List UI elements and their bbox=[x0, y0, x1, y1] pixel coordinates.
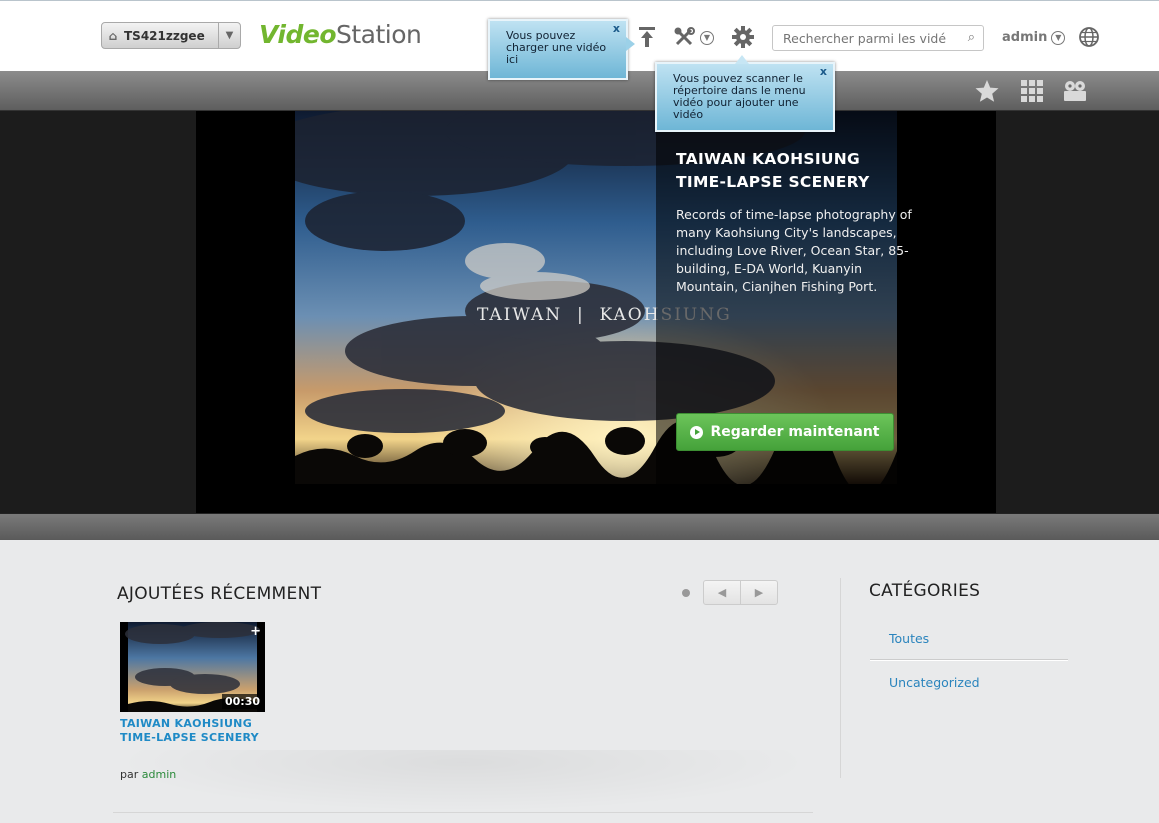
close-icon[interactable]: x bbox=[820, 66, 827, 78]
tools-dropdown-icon[interactable]: ▼ bbox=[700, 31, 714, 45]
video-duration: 00:30 bbox=[221, 694, 263, 709]
app-logo: VideoStation bbox=[259, 20, 422, 49]
home-icon: ⌂ bbox=[108, 28, 118, 43]
scan-tooltip: x Vous pouvez scanner le répertoire dans… bbox=[655, 55, 835, 132]
user-menu[interactable]: admin ▼ bbox=[1002, 30, 1066, 45]
upload-tooltip: x Vous pouvez charger une vidéo ici bbox=[488, 19, 635, 80]
nas-selector-button[interactable]: ⌂ TS421zzgee ▼ bbox=[101, 22, 241, 49]
categories-title: CATÉGORIES bbox=[869, 581, 981, 601]
banner-bottom-bar bbox=[0, 513, 1159, 540]
carousel-pager: ◀ ▶ bbox=[703, 580, 778, 605]
featured-description: Records of time-lapse photography of man… bbox=[676, 207, 912, 294]
video-owner: par admin bbox=[120, 768, 177, 781]
add-icon[interactable]: + bbox=[250, 624, 261, 639]
featured-title: TAIWAN KAOHSIUNG TIME-LAPSE SCENERY bbox=[676, 150, 870, 191]
upload-tooltip-text: Vous pouvez charger une vidéo ici bbox=[506, 29, 607, 66]
video-thumbnail[interactable]: + 00:30 bbox=[120, 622, 265, 712]
search-box[interactable]: ⌕ bbox=[772, 25, 984, 51]
chevron-down-icon: ▼ bbox=[1051, 30, 1066, 45]
column-divider bbox=[840, 578, 841, 778]
user-name: admin bbox=[1002, 30, 1048, 45]
play-icon bbox=[690, 425, 704, 439]
watch-now-label: Regarder maintenant bbox=[710, 424, 880, 440]
film-reel-icon[interactable] bbox=[1062, 79, 1088, 103]
video-title-link[interactable]: TAIWAN KAOHSIUNG TIME-LAPSE SCENERY bbox=[120, 717, 290, 745]
search-icon[interactable]: ⌕ bbox=[968, 30, 975, 45]
scan-tooltip-text: Vous pouvez scanner le répertoire dans l… bbox=[673, 72, 806, 121]
grid-view-icon[interactable] bbox=[1019, 79, 1045, 103]
gear-icon[interactable] bbox=[732, 26, 754, 48]
nas-name: TS421zzgee bbox=[124, 28, 205, 43]
chevron-down-icon[interactable]: ▼ bbox=[218, 23, 240, 48]
upload-icon[interactable] bbox=[637, 26, 657, 48]
star-icon[interactable] bbox=[974, 79, 1000, 103]
owner-link[interactable]: admin bbox=[142, 768, 176, 781]
prev-arrow-icon[interactable]: ◀ bbox=[704, 581, 741, 604]
category-item-uncategorized[interactable]: Uncategorized bbox=[889, 675, 980, 690]
category-separator bbox=[870, 659, 1068, 660]
watch-now-button[interactable]: Regarder maintenant bbox=[676, 413, 894, 451]
recent-section-title: AJOUTÉES RÉCEMMENT bbox=[117, 584, 322, 604]
next-arrow-icon[interactable]: ▶ bbox=[741, 581, 777, 604]
page-indicator-dot[interactable] bbox=[682, 589, 690, 597]
search-input[interactable] bbox=[773, 26, 953, 50]
tools-icon[interactable] bbox=[674, 27, 696, 47]
category-item-all[interactable]: Toutes bbox=[889, 631, 929, 646]
globe-icon[interactable] bbox=[1079, 27, 1099, 47]
close-icon[interactable]: x bbox=[613, 23, 620, 35]
